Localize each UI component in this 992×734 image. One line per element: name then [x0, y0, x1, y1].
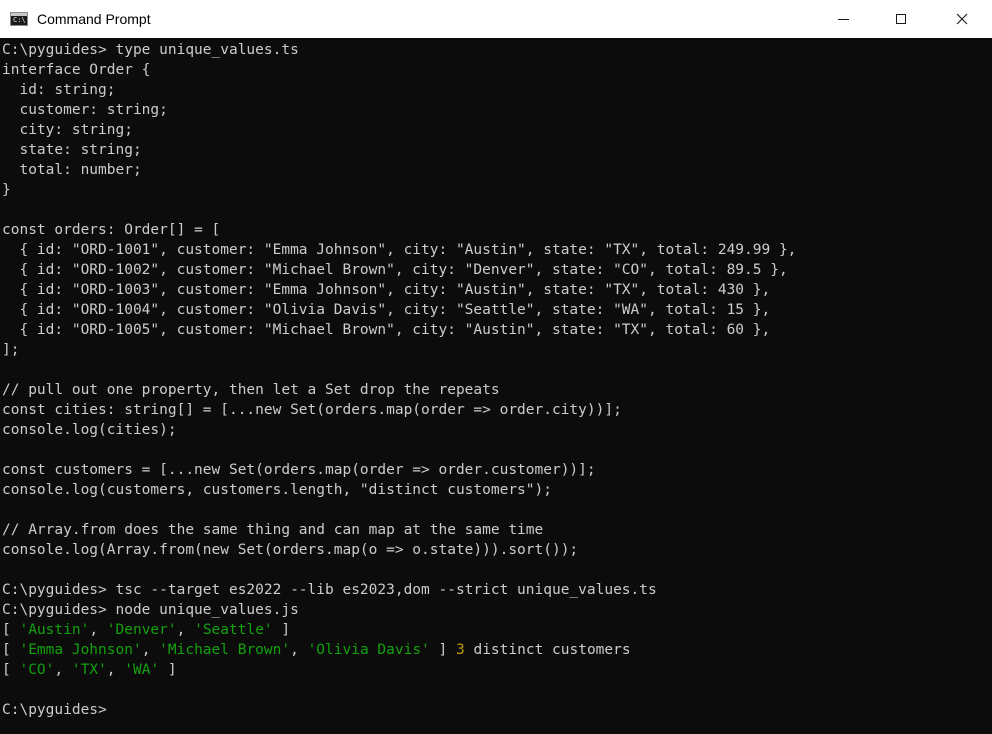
string-value: 'TX'	[71, 662, 107, 678]
title-bar[interactable]: C:\ Command Prompt	[0, 0, 992, 38]
console-line: console.log(Array.from(new Set(orders.ma…	[2, 540, 796, 560]
console-text: { id: "ORD-1002", customer: "Michael Bro…	[2, 262, 788, 278]
console-text: ,	[176, 622, 195, 638]
string-value: 'CO'	[19, 662, 55, 678]
console-line: customer: string;	[2, 100, 796, 120]
string-value: 'WA'	[124, 662, 160, 678]
console-line: const orders: Order[] = [	[2, 220, 796, 240]
console-text: interface Order {	[2, 62, 151, 78]
console-line: { id: "ORD-1005", customer: "Michael Bro…	[2, 320, 796, 340]
console-line: C:\pyguides> tsc --target es2022 --lib e…	[2, 580, 796, 600]
console-text: console.log(Array.from(new Set(orders.ma…	[2, 542, 579, 558]
console-line: [ 'CO', 'TX', 'WA' ]	[2, 660, 796, 680]
console-text: ]	[159, 662, 177, 678]
console-text: { id: "ORD-1003", customer: "Emma Johnso…	[2, 282, 771, 298]
console-text: { id: "ORD-1001", customer: "Emma Johnso…	[2, 242, 797, 258]
console-area[interactable]: C:\pyguides> type unique_values.tsinterf…	[0, 38, 992, 734]
console-text: ];	[2, 342, 20, 358]
console-line: { id: "ORD-1001", customer: "Emma Johnso…	[2, 240, 796, 260]
console-line: [ 'Emma Johnson', 'Michael Brown', 'Oliv…	[2, 640, 796, 660]
string-value: 'Austin'	[19, 622, 90, 638]
minimize-button[interactable]	[814, 0, 872, 38]
console-text: ]	[429, 642, 456, 658]
console-line: { id: "ORD-1004", customer: "Olivia Davi…	[2, 300, 796, 320]
console-line: { id: "ORD-1002", customer: "Michael Bro…	[2, 260, 796, 280]
console-line: const customers = [...new Set(orders.map…	[2, 460, 796, 480]
console-text: const cities: string[] = [...new Set(ord…	[2, 402, 622, 418]
console-text: distinct customers	[464, 642, 631, 658]
console-line: id: string;	[2, 80, 796, 100]
console-text: console.log(customers, customers.length,…	[2, 482, 552, 498]
cmd-icon-glyph: C:\	[13, 16, 26, 24]
window-title: Command Prompt	[37, 11, 151, 27]
string-value: 'Emma Johnson'	[19, 642, 142, 658]
console-text: [	[2, 642, 20, 658]
console-text: total: number;	[2, 162, 142, 178]
console-line: ];	[2, 340, 796, 360]
console-line: { id: "ORD-1003", customer: "Emma Johnso…	[2, 280, 796, 300]
console-line: console.log(customers, customers.length,…	[2, 480, 796, 500]
maximize-icon	[896, 14, 906, 24]
console-text: // Array.from does the same thing and ca…	[2, 522, 544, 538]
console-line: const cities: string[] = [...new Set(ord…	[2, 400, 796, 420]
string-value: 'Seattle'	[194, 622, 273, 638]
console-text: [	[2, 622, 20, 638]
console-text: }	[2, 182, 11, 198]
console-text: id: string;	[2, 82, 116, 98]
console-line: // pull out one property, then let a Set…	[2, 380, 796, 400]
console-line: C:\pyguides>	[2, 700, 796, 720]
console-text: ,	[54, 662, 72, 678]
number-value: 3	[456, 642, 465, 658]
command-prompt-window: C:\ Command Prompt C:\pyguides> type uni…	[0, 0, 992, 734]
console-text: C:\pyguides> tsc --target es2022 --lib e…	[2, 582, 657, 598]
console-text: console.log(cities);	[2, 422, 177, 438]
console-line: console.log(cities);	[2, 420, 796, 440]
string-value: 'Olivia Davis'	[307, 642, 430, 658]
console-text: ,	[106, 662, 125, 678]
console-line: state: string;	[2, 140, 796, 160]
console-text: { id: "ORD-1004", customer: "Olivia Davi…	[2, 302, 771, 318]
console-text: ,	[89, 622, 107, 638]
console-line: city: string;	[2, 120, 796, 140]
maximize-button[interactable]	[872, 0, 930, 38]
console-line: }	[2, 180, 796, 200]
console-text: ]	[272, 622, 291, 638]
console-text: { id: "ORD-1005", customer: "Michael Bro…	[2, 322, 771, 338]
console-text: customer: string;	[2, 102, 168, 118]
console-text: state: string;	[2, 142, 142, 158]
string-value: 'Michael Brown'	[159, 642, 291, 658]
minimize-icon	[837, 18, 849, 20]
console-line: total: number;	[2, 160, 796, 180]
console-output: C:\pyguides> type unique_values.tsinterf…	[2, 40, 796, 720]
console-text: const orders: Order[] = [	[2, 222, 221, 238]
console-line: interface Order {	[2, 60, 796, 80]
console-line: [ 'Austin', 'Denver', 'Seattle' ]	[2, 620, 796, 640]
string-value: 'Denver'	[106, 622, 177, 638]
console-line: C:\pyguides> node unique_values.js	[2, 600, 796, 620]
console-text: C:\pyguides>	[2, 702, 107, 718]
close-icon	[956, 13, 967, 25]
console-text: C:\pyguides> type unique_values.ts	[2, 42, 299, 58]
console-text: ,	[141, 642, 160, 658]
close-button[interactable]	[931, 0, 992, 38]
console-text: const customers = [...new Set(orders.map…	[2, 462, 596, 478]
console-line: C:\pyguides> type unique_values.ts	[2, 40, 796, 60]
console-line: // Array.from does the same thing and ca…	[2, 520, 796, 540]
console-text: ,	[290, 642, 308, 658]
console-text: city: string;	[2, 122, 133, 138]
console-text: // pull out one property, then let a Set…	[2, 382, 500, 398]
cmd-icon: C:\	[10, 12, 28, 26]
console-text: C:\pyguides> node unique_values.js	[2, 602, 299, 618]
console-text: [	[2, 662, 20, 678]
